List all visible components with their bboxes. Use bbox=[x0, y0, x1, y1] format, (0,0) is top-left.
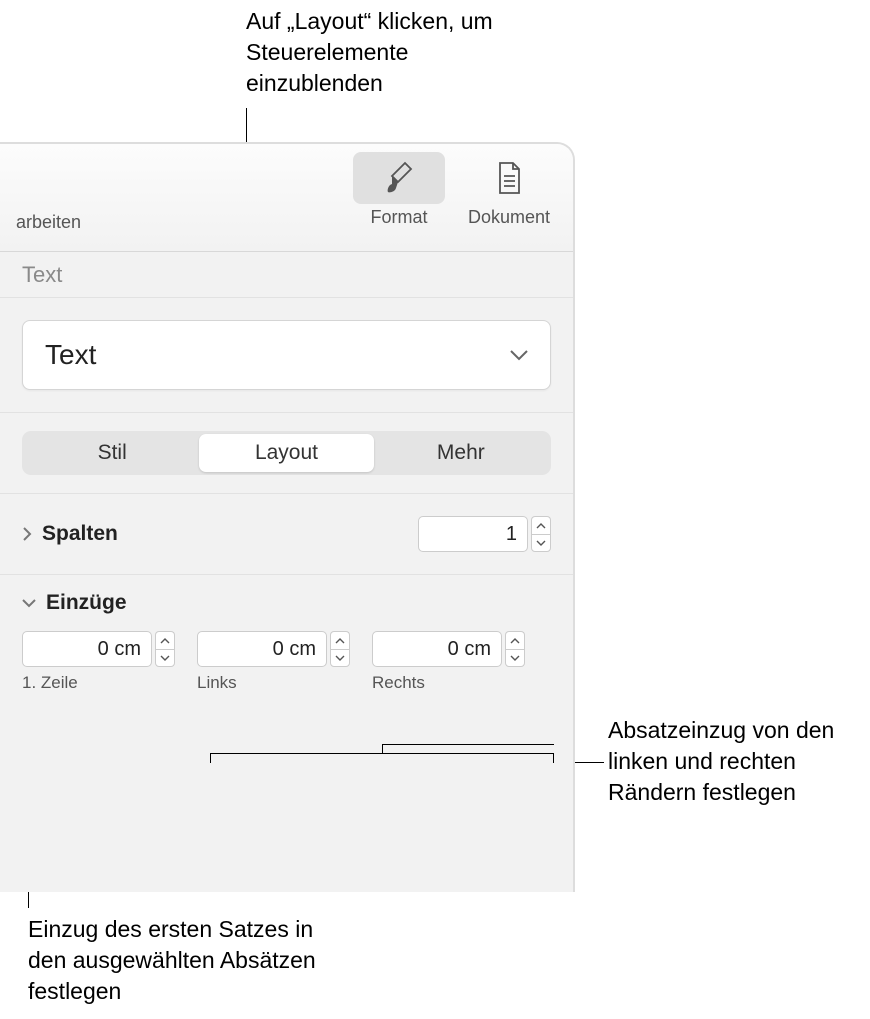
callout-first-line-indent: Einzug des ersten Satzes in den ausgewäh… bbox=[28, 914, 328, 1007]
document-icon bbox=[495, 160, 523, 196]
text-tabs-row: Stil Layout Mehr bbox=[0, 413, 573, 494]
right-indent-label: Rechts bbox=[372, 673, 525, 693]
toolbar: arbeiten Format bbox=[0, 144, 573, 252]
format-label: Format bbox=[370, 207, 427, 228]
text-tabs-segmented: Stil Layout Mehr bbox=[22, 431, 551, 475]
chevron-right-icon bbox=[22, 527, 32, 541]
left-indent-input[interactable] bbox=[197, 631, 327, 667]
right-indent-step-up[interactable] bbox=[505, 631, 525, 649]
left-indent-step-up[interactable] bbox=[330, 631, 350, 649]
toolbar-partial-label: arbeiten bbox=[16, 212, 81, 233]
columns-row: Spalten bbox=[0, 494, 573, 575]
tab-mehr[interactable]: Mehr bbox=[374, 434, 548, 472]
callout-layout-tab: Auf „Layout“ klicken, um Steuerelemente … bbox=[246, 6, 506, 99]
first-line-label: 1. Zeile bbox=[22, 673, 175, 693]
columns-header[interactable]: Spalten bbox=[22, 522, 118, 546]
paragraph-style-value: Text bbox=[45, 339, 96, 371]
inspector-panel: arbeiten Format bbox=[0, 142, 575, 892]
right-indent-col: Rechts bbox=[372, 631, 525, 693]
right-indent-step-down[interactable] bbox=[505, 649, 525, 667]
first-line-stepper bbox=[22, 631, 175, 667]
left-indent-label: Links bbox=[197, 673, 350, 693]
chevron-up-icon bbox=[510, 638, 520, 644]
callout-bracket-stem bbox=[382, 744, 383, 753]
chevron-down-icon bbox=[510, 655, 520, 661]
left-indent-col: Links bbox=[197, 631, 350, 693]
chevron-up-icon bbox=[160, 638, 170, 644]
chevron-up-icon bbox=[536, 523, 546, 529]
paragraph-style-row: Text bbox=[0, 298, 573, 413]
columns-step-down[interactable] bbox=[531, 534, 551, 552]
indents-section: Einzüge 1. Zeile bbox=[0, 575, 573, 715]
callout-paragraph-indent: Absatzeinzug von den linken und rechten … bbox=[608, 715, 858, 808]
paragraph-style-picker[interactable]: Text bbox=[22, 320, 551, 390]
right-indent-stepper bbox=[372, 631, 525, 667]
chevron-down-icon bbox=[335, 655, 345, 661]
chevron-down-icon bbox=[160, 655, 170, 661]
columns-input[interactable] bbox=[418, 516, 528, 552]
left-indent-step-down[interactable] bbox=[330, 649, 350, 667]
indents-header[interactable]: Einzüge bbox=[22, 591, 551, 615]
first-line-input[interactable] bbox=[22, 631, 152, 667]
tab-layout[interactable]: Layout bbox=[199, 434, 373, 472]
chevron-up-icon bbox=[335, 638, 345, 644]
right-indent-input[interactable] bbox=[372, 631, 502, 667]
columns-stepper bbox=[418, 516, 551, 552]
chevron-down-icon bbox=[510, 350, 528, 361]
tab-stil[interactable]: Stil bbox=[25, 434, 199, 472]
inspector-section-title: Text bbox=[0, 252, 573, 298]
document-button[interactable]: Dokument bbox=[463, 152, 555, 228]
chevron-down-icon bbox=[22, 598, 36, 608]
columns-step-up[interactable] bbox=[531, 516, 551, 534]
first-line-indent-col: 1. Zeile bbox=[22, 631, 175, 693]
first-line-step-down[interactable] bbox=[155, 649, 175, 667]
indents-label: Einzüge bbox=[46, 591, 127, 615]
callout-bracket-right bbox=[210, 753, 554, 763]
document-label: Dokument bbox=[468, 207, 550, 228]
first-line-step-up[interactable] bbox=[155, 631, 175, 649]
paintbrush-icon bbox=[383, 160, 415, 196]
format-button[interactable]: Format bbox=[353, 152, 445, 228]
chevron-down-icon bbox=[536, 540, 546, 546]
callout-bracket-connector bbox=[382, 744, 554, 745]
left-indent-stepper bbox=[197, 631, 350, 667]
columns-label: Spalten bbox=[42, 522, 118, 546]
